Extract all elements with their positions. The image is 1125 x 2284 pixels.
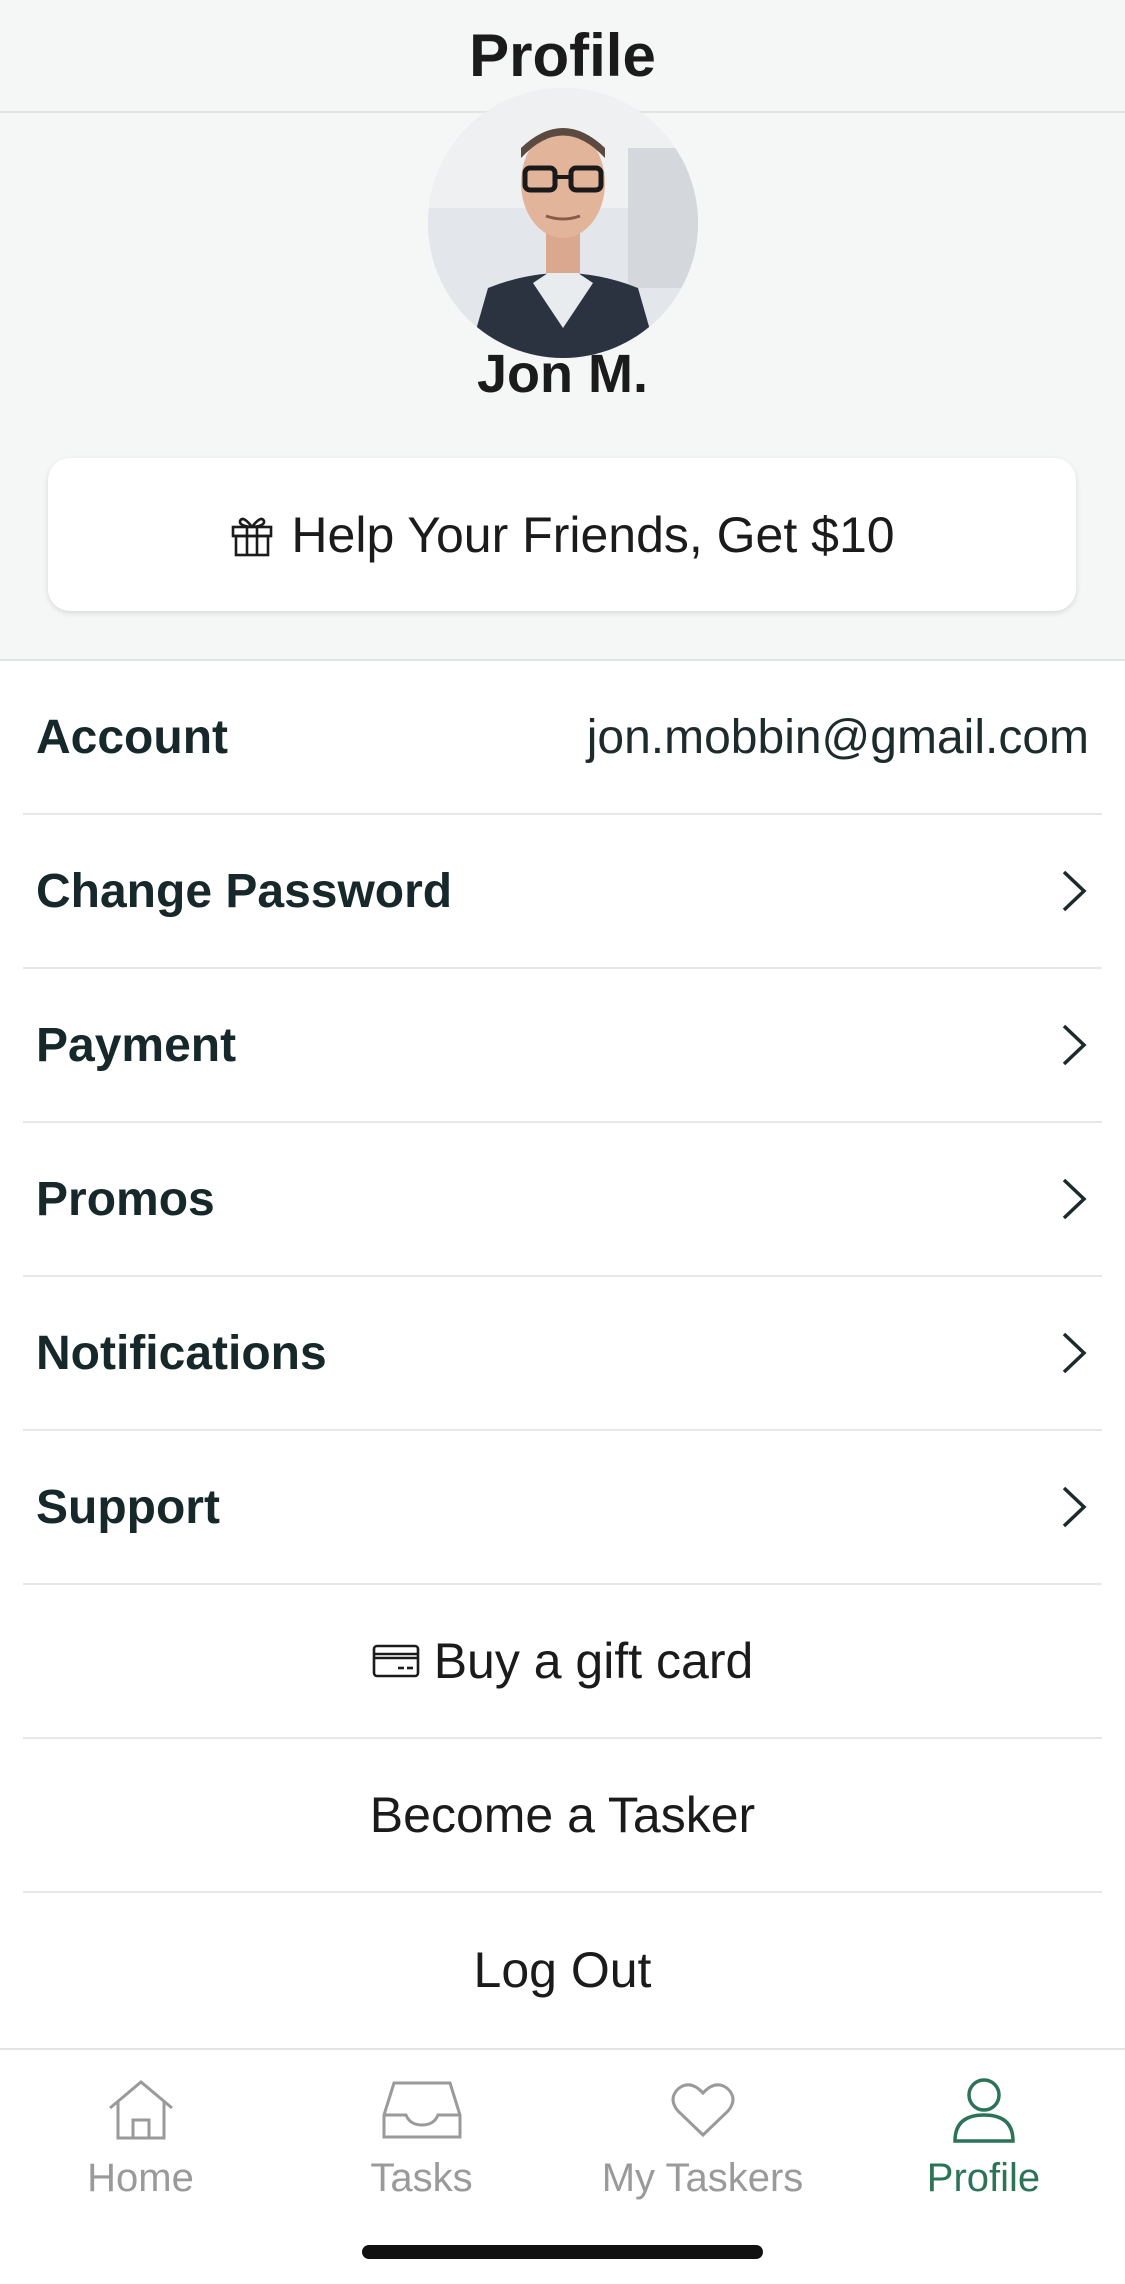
page-title: Profile: [469, 22, 656, 89]
change-password-row[interactable]: Change Password: [23, 815, 1102, 969]
tab-profile-label: Profile: [926, 2156, 1041, 2200]
support-row[interactable]: Support: [23, 1431, 1102, 1585]
chevron-right-icon: [1059, 868, 1089, 914]
become-tasker-label: Become a Tasker: [369, 1787, 756, 1843]
account-label: Account: [36, 710, 228, 764]
person-icon: [952, 2070, 1016, 2150]
referral-button[interactable]: Help Your Friends, Get $10: [48, 458, 1076, 611]
user-name: Jon M.: [477, 344, 648, 404]
tab-tasks[interactable]: Tasks: [281, 2070, 562, 2220]
account-row[interactable]: Account jon.mobbin@gmail.com: [23, 661, 1102, 815]
promos-label: Promos: [36, 1172, 215, 1226]
home-indicator[interactable]: [362, 2245, 763, 2259]
gift-icon: [229, 512, 275, 558]
tab-home-label: Home: [87, 2156, 194, 2200]
become-tasker-button[interactable]: Become a Tasker: [23, 1739, 1102, 1893]
logout-label: Log Out: [473, 1942, 652, 1998]
payment-row[interactable]: Payment: [23, 969, 1102, 1123]
tab-my-taskers[interactable]: My Taskers: [562, 2070, 843, 2220]
gift-card-label: Buy a gift card: [433, 1633, 754, 1689]
tab-tasks-label: Tasks: [370, 2156, 473, 2200]
avatar[interactable]: [428, 88, 698, 358]
chevron-right-icon: [1059, 1484, 1089, 1530]
change-password-label: Change Password: [36, 864, 453, 918]
promos-row[interactable]: Promos: [23, 1123, 1102, 1277]
tab-my-taskers-label: My Taskers: [601, 2156, 804, 2200]
profile-screen: Profile Jon M. Help Your Friends, Get $1…: [0, 0, 1125, 2284]
home-icon: [106, 2070, 176, 2150]
profile-header: Jon M. Help Your Friends, Get $10: [0, 88, 1125, 661]
tab-home[interactable]: Home: [0, 2070, 281, 2220]
chevron-right-icon: [1059, 1022, 1089, 1068]
tab-profile[interactable]: Profile: [843, 2070, 1124, 2220]
notifications-label: Notifications: [36, 1326, 327, 1380]
heart-icon: [670, 2070, 736, 2150]
credit-card-icon: [372, 1643, 420, 1679]
referral-label: Help Your Friends, Get $10: [291, 506, 895, 563]
account-email: jon.mobbin@gmail.com: [586, 710, 1089, 764]
logout-button[interactable]: Log Out: [23, 1893, 1102, 2047]
settings-list: Account jon.mobbin@gmail.com Change Pass…: [0, 661, 1125, 2047]
chevron-right-icon: [1059, 1330, 1089, 1376]
support-label: Support: [36, 1480, 220, 1534]
buy-gift-card-button[interactable]: Buy a gift card: [23, 1585, 1102, 1739]
chevron-right-icon: [1059, 1176, 1089, 1222]
notifications-row[interactable]: Notifications: [23, 1277, 1102, 1431]
payment-label: Payment: [36, 1018, 237, 1072]
inbox-tray-icon: [380, 2070, 464, 2150]
